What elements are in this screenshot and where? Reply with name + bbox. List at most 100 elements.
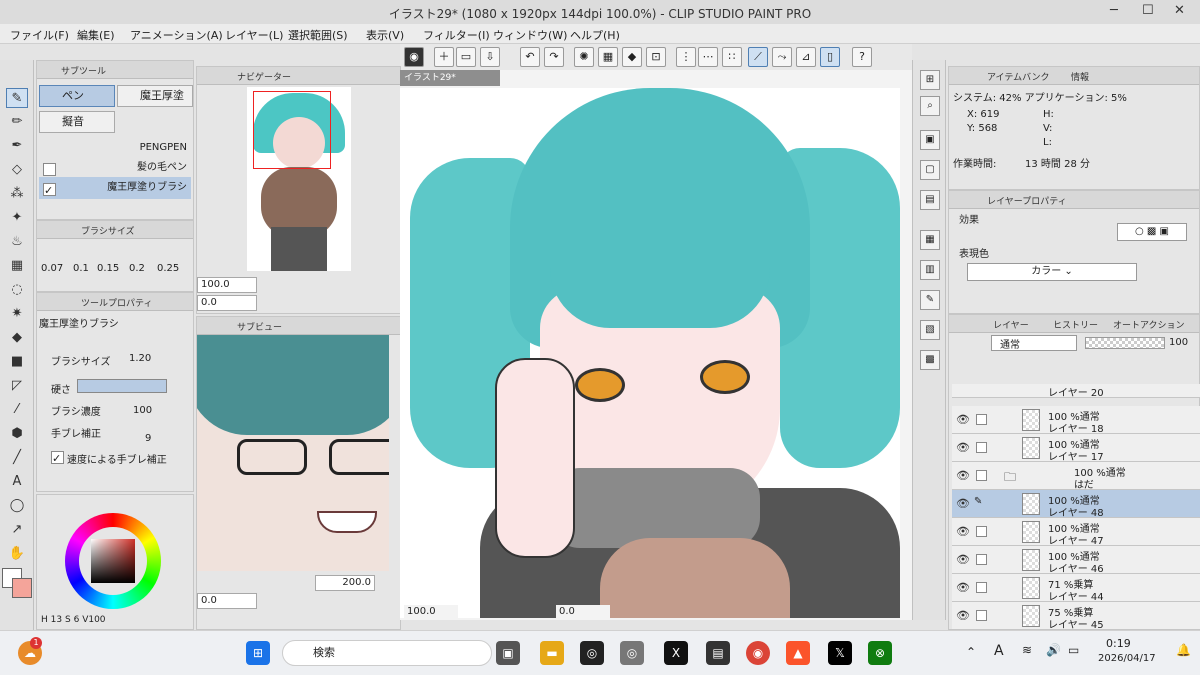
layer-row[interactable]: 👁 100 %通常 レイヤー 47 [952,518,1200,547]
effect-buttons[interactable]: ○ ▩ ▣ [1117,223,1187,241]
snap-special-ruler-icon[interactable]: ⤳ [772,47,792,67]
snap-ruler-icon[interactable]: ⟋ [748,47,768,67]
density-value[interactable]: 100 [133,405,152,416]
close-icon[interactable]: ✕ [1174,3,1185,18]
airbrush-tool-icon[interactable]: ♨ [6,232,28,252]
navigator-frame[interactable] [253,91,331,169]
notification-icon[interactable]: 🔔 [1176,643,1191,657]
menu-window[interactable]: ウィンドウ(W) [493,27,567,43]
menu-selection[interactable]: 選択範囲(S) [288,27,348,43]
layer-row[interactable]: 👁 100 %通常 レイヤー 17 [952,434,1200,463]
subtool-giongo[interactable]: 擬音 [39,111,115,133]
clip-studio-icon[interactable]: ◉ [404,47,424,67]
clock-date[interactable]: 2026/04/17 [1098,653,1156,664]
subtool-maou[interactable]: 魔王厚塗 [117,85,193,107]
lasso-tool-icon[interactable]: ◌ [6,280,28,300]
snap-grid-icon[interactable]: ⊿ [796,47,816,67]
layer-icon[interactable]: ▣ [920,130,940,150]
xppen-icon[interactable]: X [664,641,688,665]
file-explorer-icon[interactable]: ▬ [540,641,564,665]
layer-row[interactable]: 👁 75 %乗算 レイヤー 45 [952,602,1200,631]
windows-start-icon[interactable]: ⊞ [246,641,270,665]
redo-icon[interactable]: ↷ [544,47,564,67]
autoaction-icon[interactable]: ▧ [920,320,940,340]
timeline-icon[interactable]: ▥ [920,260,940,280]
layer-row[interactable]: 👁 71 %乗算 レイヤー 44 [952,574,1200,603]
toolbox-icon[interactable]: ▤ [706,641,730,665]
size-preset-4[interactable]: 0.2 [129,263,145,274]
opacity-slider[interactable] [1085,337,1165,349]
clear-outside-icon[interactable]: ▦ [598,47,618,67]
brush-size-tab[interactable]: ブラシサイズ [81,224,135,237]
pen-tool-icon[interactable]: ✎ [6,88,28,108]
save-icon[interactable]: ⇩ [480,47,500,67]
menu-help[interactable]: ヘルプ(H) [570,27,620,43]
frame-tool-icon[interactable]: ◸ [6,376,28,396]
magic-wand-icon[interactable]: ✷ [6,304,28,324]
clear-icon[interactable]: ✺ [574,47,594,67]
size-preset-1[interactable]: 0.07 [41,263,63,274]
property-icon[interactable]: ▦ [920,230,940,250]
subview-image[interactable] [197,335,389,571]
gradient-tool-icon[interactable]: ■ [6,352,28,372]
transform-icon[interactable]: ⊡ [646,47,666,67]
hardness-slider[interactable] [77,379,167,393]
subtool-pen[interactable]: ペン [39,85,115,107]
new-file-icon[interactable]: ＋ [434,47,454,67]
blend-tool-icon[interactable]: ✦ [6,208,28,228]
grid-palette-icon[interactable]: ▩ [920,350,940,370]
canvas-tab[interactable]: イラスト29* [400,70,500,86]
subview-angle[interactable]: 0.0 [197,593,257,609]
subview-tab[interactable]: サブビュー [237,320,282,333]
menu-edit[interactable]: 編集(E) [77,27,115,43]
expression-color-select[interactable]: カラー ⌄ [967,263,1137,281]
decoration-tool-icon[interactable]: ⁂ [6,184,28,204]
tray-chevron-icon[interactable]: ⌃ [966,645,976,659]
size-value[interactable]: 1.20 [129,353,151,364]
canvas-angle[interactable]: 0.0 [556,605,610,620]
tablet-mode-icon[interactable]: ▯ [820,47,840,67]
ime-indicator[interactable]: A [994,643,1004,659]
canvas-area[interactable]: イラスト29* 100.0 0.0 [400,70,912,620]
chrome-icon[interactable]: ◉ [746,641,770,665]
layer-row[interactable]: 👁 100 %通常 レイヤー 46 [952,546,1200,575]
size-preset-3[interactable]: 0.15 [97,263,119,274]
ruler-icon[interactable]: ∷ [722,47,742,67]
grid-icon[interactable]: ⋯ [698,47,718,67]
navigator-zoom[interactable]: 100.0 [197,277,257,293]
brush-maou-atsunuri[interactable]: 魔王厚塗りブラシ [39,177,191,199]
xbox-icon[interactable]: ⊗ [868,641,892,665]
history-tab[interactable]: ヒストリー [1053,318,1098,331]
fill-tool-icon[interactable]: ◆ [6,328,28,348]
menu-file[interactable]: ファイル(F) [10,27,69,43]
text-tool-icon[interactable]: A [6,472,28,492]
figure-tool-icon[interactable]: ▦ [6,256,28,276]
brush-checkbox[interactable] [43,163,56,176]
info-tab[interactable]: 情報 [1071,70,1089,83]
object-icon[interactable]: ▢ [920,160,940,180]
volume-icon[interactable]: 🔊 [1046,643,1061,657]
taskbar-search[interactable]: 検索 [282,640,492,666]
speed-stab-checkbox[interactable]: ✓ [51,451,64,465]
material-icon[interactable]: ⊞ [920,70,940,90]
menu-view[interactable]: 表示(V) [366,27,404,43]
clock-time[interactable]: 0:19 [1106,637,1131,650]
layer-row[interactable]: レイヤー 20 [952,384,1200,399]
brave-icon[interactable]: ▲ [786,641,810,665]
wifi-icon[interactable]: ≋ [1022,643,1032,657]
item-bank-tab[interactable]: アイテムバンク [987,70,1050,83]
move-tool-icon[interactable]: ↗ [6,520,28,540]
brush-tool-icon[interactable]: ✒ [6,136,28,156]
eyedropper-icon[interactable]: ⁄ [6,400,28,420]
open-file-icon[interactable]: ▭ [456,47,476,67]
tool-property-tab[interactable]: ツールプロパティ [81,296,152,309]
page-icon[interactable]: ▤ [920,190,940,210]
blend-mode-select[interactable]: 通常 [991,335,1077,351]
brush-hair-pen[interactable]: 髪の毛ペン [39,157,191,179]
layer-property-tab[interactable]: レイヤープロパティ [987,194,1067,207]
layer-row-selected[interactable]: 👁 ✎ 100 %通常 レイヤー 48 [952,490,1200,519]
pencil-tool-icon[interactable]: ✏ [6,112,28,132]
snap-icon[interactable]: ⋮ [676,47,696,67]
size-preset-2[interactable]: 0.1 [73,263,89,274]
size-preset-5[interactable]: 0.25 [157,263,179,274]
